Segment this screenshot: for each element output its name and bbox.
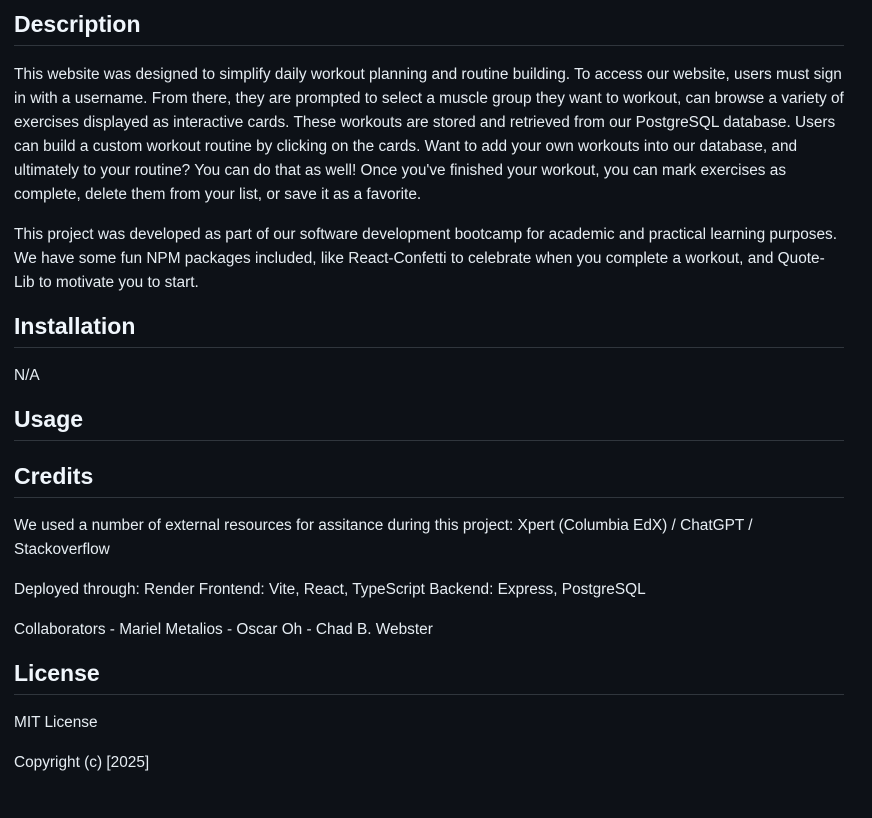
description-paragraph-2: This project was developed as part of ou…	[14, 226, 837, 291]
license-name: MIT License	[14, 714, 98, 731]
installation-heading: Installation	[14, 311, 844, 348]
credits-resources: We used a number of external resources f…	[14, 517, 753, 558]
credits-heading: Credits	[14, 461, 844, 498]
readme-content: Description This website was designed to…	[0, 0, 872, 775]
credits-collaborators: Collaborators - Mariel Metalios - Oscar …	[14, 621, 433, 638]
installation-text: N/A	[14, 367, 40, 384]
usage-heading: Usage	[14, 404, 844, 441]
description-paragraph-1: This website was designed to simplify da…	[14, 66, 844, 203]
license-heading: License	[14, 658, 844, 695]
description-heading: Description	[14, 0, 844, 46]
credits-deployed: Deployed through: Render Frontend: Vite,…	[14, 581, 646, 598]
license-copyright: Copyright (c) [2025]	[14, 754, 150, 771]
